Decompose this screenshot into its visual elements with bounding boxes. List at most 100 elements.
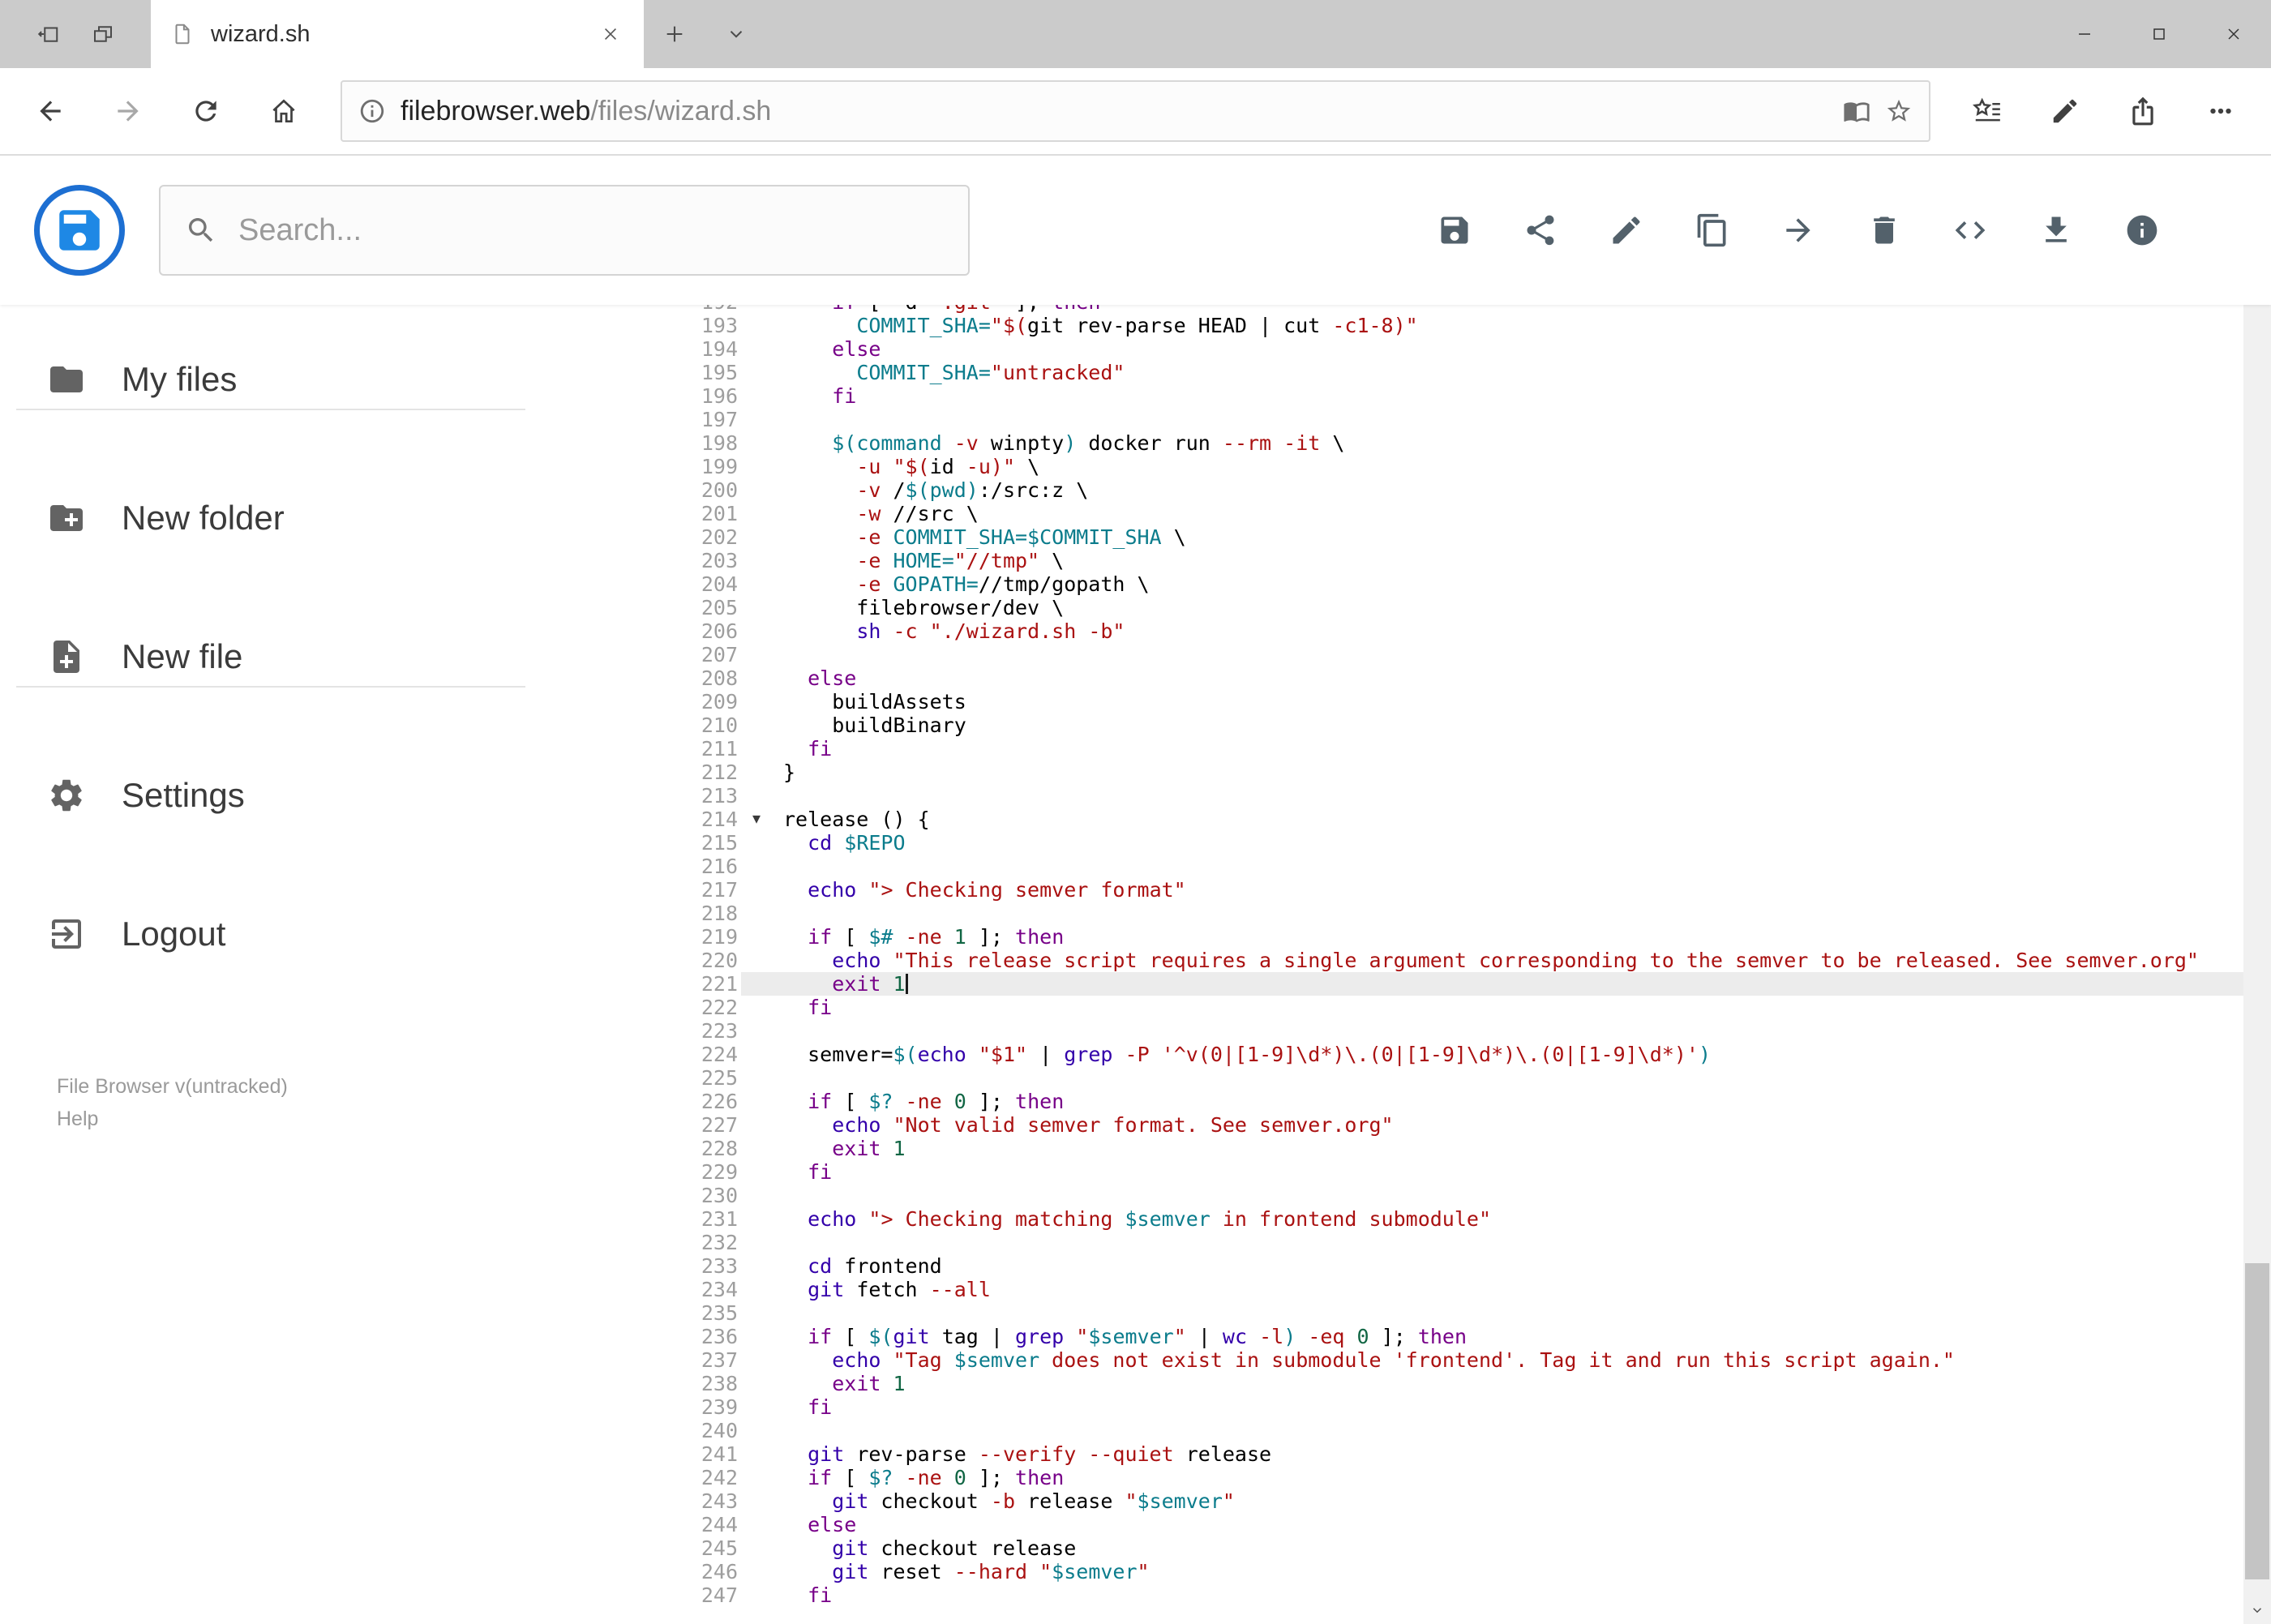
code-line[interactable]: 245 git checkout release [641, 1536, 2243, 1560]
code-line[interactable]: 210 buildBinary [641, 713, 2243, 737]
back-button[interactable] [11, 74, 89, 148]
code-line[interactable]: 217 echo "> Checking semver format" [641, 878, 2243, 902]
tab-close-icon[interactable] [597, 20, 624, 48]
info-button[interactable] [2110, 199, 2174, 262]
code-line[interactable]: 195 COMMIT_SHA="untracked" [641, 361, 2243, 384]
code-line[interactable]: 234 git fetch --all [641, 1278, 2243, 1301]
code-line[interactable]: 218 [641, 902, 2243, 925]
help-link[interactable]: Help [57, 1103, 288, 1135]
favorite-star-icon[interactable] [1885, 97, 1913, 125]
code-line[interactable]: 214 ▾ release () { [641, 808, 2243, 831]
code-line[interactable]: 229 fi [641, 1160, 2243, 1184]
more-options-icon[interactable] [2182, 74, 2260, 148]
code-line[interactable]: 200 -v /$(pwd):/src:z \ [641, 478, 2243, 502]
code-line[interactable]: 202 -e COMMIT_SHA=$COMMIT_SHA \ [641, 525, 2243, 549]
address-bar[interactable]: filebrowser.web/files/wizard.sh [341, 80, 1930, 142]
sidebar-item-my-files[interactable]: My files [0, 310, 641, 448]
code-line[interactable]: 198 $(command -v winpty) docker run --rm… [641, 431, 2243, 455]
refresh-button[interactable] [167, 74, 245, 148]
delete-button[interactable] [1853, 199, 1916, 262]
code-line[interactable]: 232 [641, 1231, 2243, 1254]
home-button[interactable] [245, 74, 323, 148]
code-line[interactable]: 221 exit 1 [641, 972, 2243, 996]
window-maximize-button[interactable] [2122, 0, 2196, 68]
search-box[interactable]: Search... [159, 185, 970, 276]
sidebar-item-new-file[interactable]: New file [0, 587, 641, 726]
code-line[interactable]: 212} [641, 761, 2243, 784]
code-line[interactable]: 224 semver=$(echo "$1" | grep -P '^v(0|[… [641, 1043, 2243, 1066]
code-line[interactable]: 222 fi [641, 996, 2243, 1019]
code-line[interactable]: 216 [641, 855, 2243, 878]
code-line[interactable]: 237 echo "Tag $semver does not exist in … [641, 1348, 2243, 1372]
code-line[interactable]: 194 else [641, 337, 2243, 361]
code-line[interactable]: 243 git checkout -b release "$semver" [641, 1489, 2243, 1513]
code-line[interactable]: 238 exit 1 [641, 1372, 2243, 1395]
code-line[interactable]: 209 buildAssets [641, 690, 2243, 713]
scrollbar-down-icon[interactable] [2243, 1596, 2271, 1624]
download-button[interactable] [2025, 199, 2088, 262]
fold-arrow-icon[interactable]: ▾ [752, 810, 761, 828]
code-line[interactable]: 241 git rev-parse --verify --quiet relea… [641, 1442, 2243, 1466]
sidebar-item-new-folder[interactable]: New folder [0, 448, 641, 587]
move-button[interactable] [1767, 199, 1830, 262]
share-icon[interactable] [2104, 74, 2182, 148]
code-line[interactable]: 240 [641, 1419, 2243, 1442]
code-line[interactable]: 207 [641, 643, 2243, 666]
code-line[interactable]: 208 else [641, 666, 2243, 690]
window-minimize-button[interactable] [2047, 0, 2122, 68]
code-editor[interactable]: 192 if [ -d ".git" ]; then193 COMMIT_SHA… [641, 305, 2243, 1624]
code-line[interactable]: 213 [641, 784, 2243, 808]
code-line[interactable]: 235 [641, 1301, 2243, 1325]
code-line[interactable]: 226 if [ $? -ne 0 ]; then [641, 1090, 2243, 1113]
copy-button[interactable] [1681, 199, 1744, 262]
code-line[interactable]: 193 COMMIT_SHA="$(git rev-parse HEAD | c… [641, 314, 2243, 337]
code-line[interactable]: 227 echo "Not valid semver format. See s… [641, 1113, 2243, 1137]
code-line[interactable]: 220 echo "This release script requires a… [641, 949, 2243, 972]
code-line[interactable]: 204 -e GOPATH=//tmp/gopath \ [641, 572, 2243, 596]
code-line[interactable]: 197 [641, 408, 2243, 431]
code-line[interactable]: 199 -u "$(id -u)" \ [641, 455, 2243, 478]
share-file-button[interactable] [1509, 199, 1572, 262]
active-tab[interactable]: wizard.sh [151, 0, 644, 68]
code-line[interactable]: 231 echo "> Checking matching $semver in… [641, 1207, 2243, 1231]
sidebar-item-settings[interactable]: Settings [0, 726, 641, 864]
code-line[interactable]: 233 cd frontend [641, 1254, 2243, 1278]
site-info-icon[interactable] [358, 97, 386, 125]
rename-button[interactable] [1595, 199, 1658, 262]
editor-toggle-button[interactable] [1939, 199, 2002, 262]
code-line[interactable]: 211 fi [641, 737, 2243, 761]
code-line[interactable]: 215 cd $REPO [641, 831, 2243, 855]
filebrowser-logo[interactable] [34, 185, 125, 276]
code-line[interactable]: 228 exit 1 [641, 1137, 2243, 1160]
code-line[interactable]: 230 [641, 1184, 2243, 1207]
reading-view-icon[interactable] [1843, 97, 1870, 125]
code-line[interactable]: 239 fi [641, 1395, 2243, 1419]
code-line[interactable]: 203 -e HOME="//tmp" \ [641, 549, 2243, 572]
code-line[interactable]: 242 if [ $? -ne 0 ]; then [641, 1466, 2243, 1489]
code-line[interactable]: 206 sh -c "./wizard.sh -b" [641, 619, 2243, 643]
code-line[interactable]: 225 [641, 1066, 2243, 1090]
code-line[interactable]: 246 git reset --hard "$semver" [641, 1560, 2243, 1583]
code-line[interactable]: 196 fi [641, 384, 2243, 408]
sidebar-item-logout[interactable]: Logout [0, 864, 641, 1003]
annotate-icon[interactable] [2026, 74, 2104, 148]
tab-preview-icon[interactable] [89, 20, 117, 48]
code-line[interactable]: 201 -w //src \ [641, 502, 2243, 525]
save-button[interactable] [1423, 199, 1486, 262]
code-line[interactable]: 223 [641, 1019, 2243, 1043]
window-close-button[interactable] [2196, 0, 2271, 68]
code-line[interactable]: 236 if [ $(git tag | grep "$semver" | wc… [641, 1325, 2243, 1348]
scrollbar-thumb[interactable] [2245, 1263, 2269, 1579]
tab-actions-chevron-icon[interactable] [705, 0, 767, 68]
code-line[interactable]: 247 fi [641, 1583, 2243, 1607]
code-line[interactable]: 244 else [641, 1513, 2243, 1536]
tabs-set-aside-icon[interactable] [34, 20, 62, 48]
page-scrollbar[interactable] [2243, 156, 2271, 1624]
code-line[interactable]: 205 filebrowser/dev \ [641, 596, 2243, 619]
code-line[interactable]: 219 if [ $# -ne 1 ]; then [641, 925, 2243, 949]
new-tab-button[interactable] [644, 0, 705, 68]
line-number: 210 [701, 713, 738, 737]
forward-button[interactable] [89, 74, 167, 148]
hub-icon[interactable] [1948, 74, 2026, 148]
code-line[interactable]: 192 if [ -d ".git" ]; then [641, 305, 2243, 314]
